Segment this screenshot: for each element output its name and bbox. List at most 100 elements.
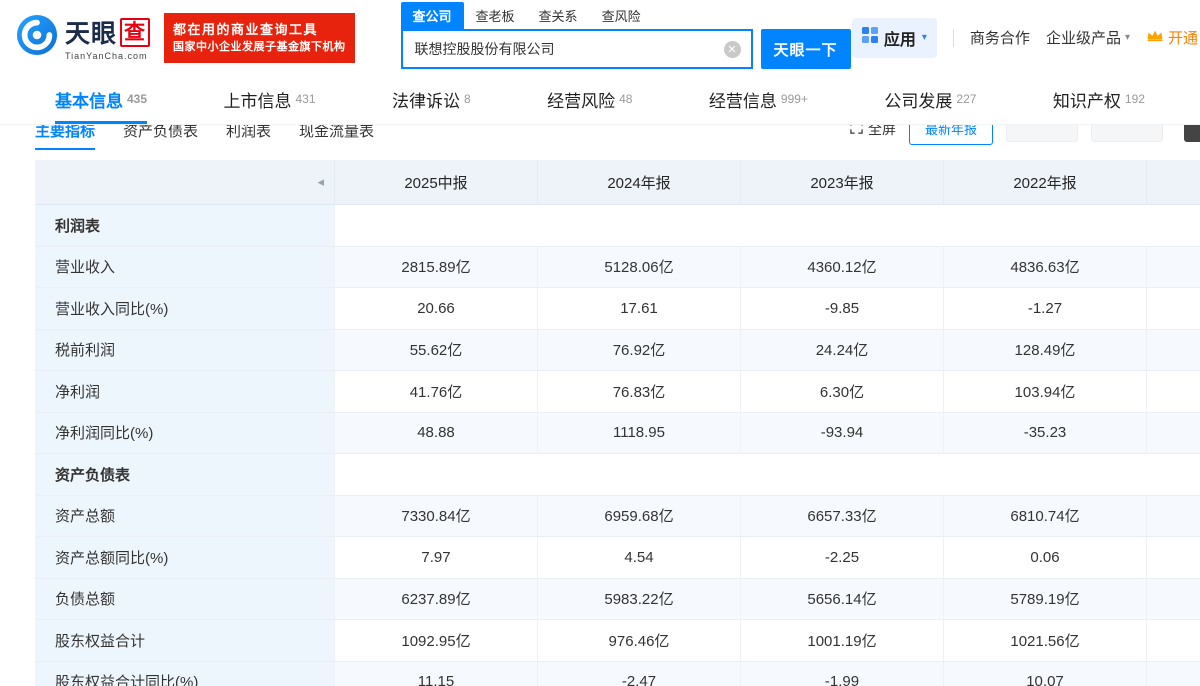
value-cell: 6657.33亿 bbox=[741, 495, 944, 537]
value-cell: 24.24亿 bbox=[741, 329, 944, 371]
slogan-line1: 都在用的商业查询工具 bbox=[173, 21, 319, 37]
sub-tab-3[interactable]: 现金流量表 bbox=[299, 125, 374, 150]
nav-tab-label: 法律诉讼 bbox=[391, 92, 460, 111]
nav-tab-count: 227 bbox=[956, 91, 977, 106]
table-row: 营业收入同比(%) 20.66 17.61 -9.85 -1.27 bbox=[35, 288, 1200, 330]
value-cell: 0.06 bbox=[944, 537, 1147, 579]
nav-tab-0[interactable]: 基本信息 435 bbox=[55, 75, 148, 124]
table-header-cell: 2025中报 bbox=[335, 160, 538, 205]
slogan-line2: 国家中小企业发展子基金旗下机构 bbox=[173, 40, 346, 53]
nav-tab-count: 192 bbox=[1124, 91, 1145, 106]
value-cell: 6810.74亿 bbox=[944, 495, 1147, 537]
nav-tab-count: 8 bbox=[463, 91, 471, 106]
value-cell: 17.61 bbox=[538, 288, 741, 330]
section-row: 资产负债表 bbox=[35, 454, 1200, 496]
nav-tab-6[interactable]: 知识产权 192 bbox=[1053, 75, 1145, 124]
clear-icon[interactable]: ✕ bbox=[723, 40, 741, 58]
sub-tab-1[interactable]: 资产负债表 bbox=[123, 125, 198, 150]
value-cell: -2.25 bbox=[741, 537, 944, 579]
enterprise-products-link[interactable]: 企业级产品 ▾ bbox=[1046, 27, 1130, 48]
value-cell: 4360.12亿 bbox=[741, 246, 944, 288]
value-cell: 1092.95亿 bbox=[335, 620, 538, 662]
company-nav-tabs: 基本信息 435 上市信息 431 法律诉讼 8 经营风险 48 经营信息 999+ 公司发展 227… bbox=[0, 75, 1200, 125]
value-cell: -35.23 bbox=[944, 412, 1147, 454]
nav-tab-count: 999+ bbox=[780, 91, 808, 106]
topbar: 天眼查 TianYanCha.com 都在用的商业查询工具 国家中小企业发展子基… bbox=[0, 0, 1200, 75]
apps-grid-icon bbox=[861, 27, 878, 48]
value-cell: 5983.22亿 bbox=[538, 578, 741, 620]
row-label-cell: 股东权益合计同比(%) bbox=[35, 661, 335, 686]
value-cell: 41.76亿 bbox=[335, 371, 538, 413]
page: 天眼查 TianYanCha.com 都在用的商业查询工具 国家中小企业发展子基… bbox=[0, 0, 1200, 686]
value-cell: 6.30亿 bbox=[741, 371, 944, 413]
nav-tab-label: 经营信息 bbox=[708, 92, 777, 111]
search-tab-0[interactable]: 查公司 bbox=[400, 2, 464, 29]
value-cell: 128.49亿 bbox=[944, 329, 1147, 371]
value-cell: 2815.89亿 bbox=[335, 246, 538, 288]
table-header-cell: 2024年报 bbox=[538, 160, 741, 205]
fullscreen-button[interactable]: 全屏 bbox=[850, 125, 896, 139]
value-cell-partial bbox=[1147, 412, 1200, 454]
statement-tabs: 主要指标 资产负债表 利润表 现金流量表 bbox=[35, 125, 374, 150]
date-end-box[interactable] bbox=[1091, 125, 1163, 142]
value-cell: 4.54 bbox=[538, 537, 741, 579]
nav-tab-label: 基本信息 bbox=[55, 92, 123, 111]
search-tab-1[interactable]: 查老板 bbox=[464, 2, 527, 29]
search-button[interactable]: 天眼一下 bbox=[760, 29, 851, 69]
row-label-cell: 营业收入 bbox=[35, 246, 335, 288]
table-header-row: ◂ 2025中报 2024年报 2023年报 2022年报 bbox=[35, 160, 1200, 205]
financial-table: ◂ 2025中报 2024年报 2023年报 2022年报 利润表 营业收入 2815.89亿… bbox=[35, 160, 1200, 686]
nav-tab-2[interactable]: 法律诉讼 8 bbox=[392, 75, 471, 124]
divider bbox=[952, 28, 954, 47]
row-label-cell: 净利润同比(%) bbox=[35, 412, 335, 454]
search-tab-3[interactable]: 查风险 bbox=[590, 2, 653, 29]
business-coop-link[interactable]: 商务合作 bbox=[970, 27, 1030, 48]
value-cell: 6237.89亿 bbox=[335, 578, 538, 620]
search-input[interactable] bbox=[402, 41, 724, 57]
table-row: 资产总额同比(%) 7.97 4.54 -2.25 0.06 bbox=[35, 537, 1200, 579]
side-partial-control[interactable] bbox=[1184, 125, 1200, 142]
value-cell-partial bbox=[1147, 288, 1200, 330]
value-cell-partial bbox=[1147, 246, 1200, 288]
section-label-cell: 资产负债表 bbox=[35, 454, 335, 496]
value-cell: 6959.68亿 bbox=[538, 495, 741, 537]
apps-label: 应用 bbox=[883, 31, 916, 49]
value-cell: 7330.84亿 bbox=[335, 495, 538, 537]
nav-tab-count: 431 bbox=[295, 91, 316, 106]
nav-tab-label: 知识产权 bbox=[1052, 92, 1121, 111]
search-tab-2[interactable]: 查关系 bbox=[527, 2, 590, 29]
value-cell-partial bbox=[1147, 661, 1200, 686]
nav-tab-4[interactable]: 经营信息 999+ bbox=[709, 75, 808, 124]
row-label-cell: 营业收入同比(%) bbox=[35, 288, 335, 330]
slogan-badge: 都在用的商业查询工具 国家中小企业发展子基金旗下机构 bbox=[164, 12, 355, 63]
sub-tab-0[interactable]: 主要指标 bbox=[35, 125, 96, 150]
table-row: 股东权益合计同比(%) 11.15 -2.47 -1.99 10.07 bbox=[35, 661, 1200, 686]
nav-tab-5[interactable]: 公司发展 227 bbox=[884, 75, 976, 124]
value-cell-partial bbox=[1147, 329, 1200, 371]
row-label-cell: 税前利润 bbox=[35, 329, 335, 371]
apps-menu[interactable]: 应用 ▾ bbox=[851, 17, 937, 58]
nav-tab-count: 48 bbox=[619, 91, 633, 106]
value-cell-partial bbox=[1147, 537, 1200, 579]
nav-tab-1[interactable]: 上市信息 431 bbox=[223, 75, 315, 124]
indicator-subbar: 主要指标 资产负债表 利润表 现金流量表 全屏 最新年报 bbox=[0, 125, 1200, 150]
chevron-down-icon: ▾ bbox=[1124, 32, 1130, 43]
tianyancha-eye-icon bbox=[16, 14, 58, 61]
crown-icon bbox=[1146, 29, 1164, 46]
value-cell: 1118.95 bbox=[538, 412, 741, 454]
row-label-cell: 股东权益合计 bbox=[35, 620, 335, 662]
chevron-down-icon: ▾ bbox=[921, 32, 927, 43]
table-row: 净利润 41.76亿 76.83亿 6.30亿 103.94亿 bbox=[35, 371, 1200, 413]
sub-tab-2[interactable]: 利润表 bbox=[226, 125, 271, 150]
header-right: 应用 ▾ 商务合作 企业级产品 ▾ 开通 bbox=[851, 17, 1200, 58]
tianyancha-logo[interactable]: 天眼查 TianYanCha.com bbox=[16, 14, 151, 61]
value-cell: -1.27 bbox=[944, 288, 1147, 330]
scroll-left-icon[interactable]: ◂ bbox=[317, 174, 324, 190]
nav-tab-3[interactable]: 经营风险 48 bbox=[547, 75, 632, 124]
vip-open-link[interactable]: 开通 bbox=[1146, 27, 1198, 48]
date-start-box[interactable] bbox=[1006, 125, 1078, 142]
search-box: ✕ bbox=[400, 29, 753, 69]
search-area: 查公司查老板查关系查风险 ✕ 天眼一下 bbox=[400, 2, 851, 69]
value-cell: 76.92亿 bbox=[538, 329, 741, 371]
latest-report-button[interactable]: 最新年报 bbox=[908, 125, 993, 145]
